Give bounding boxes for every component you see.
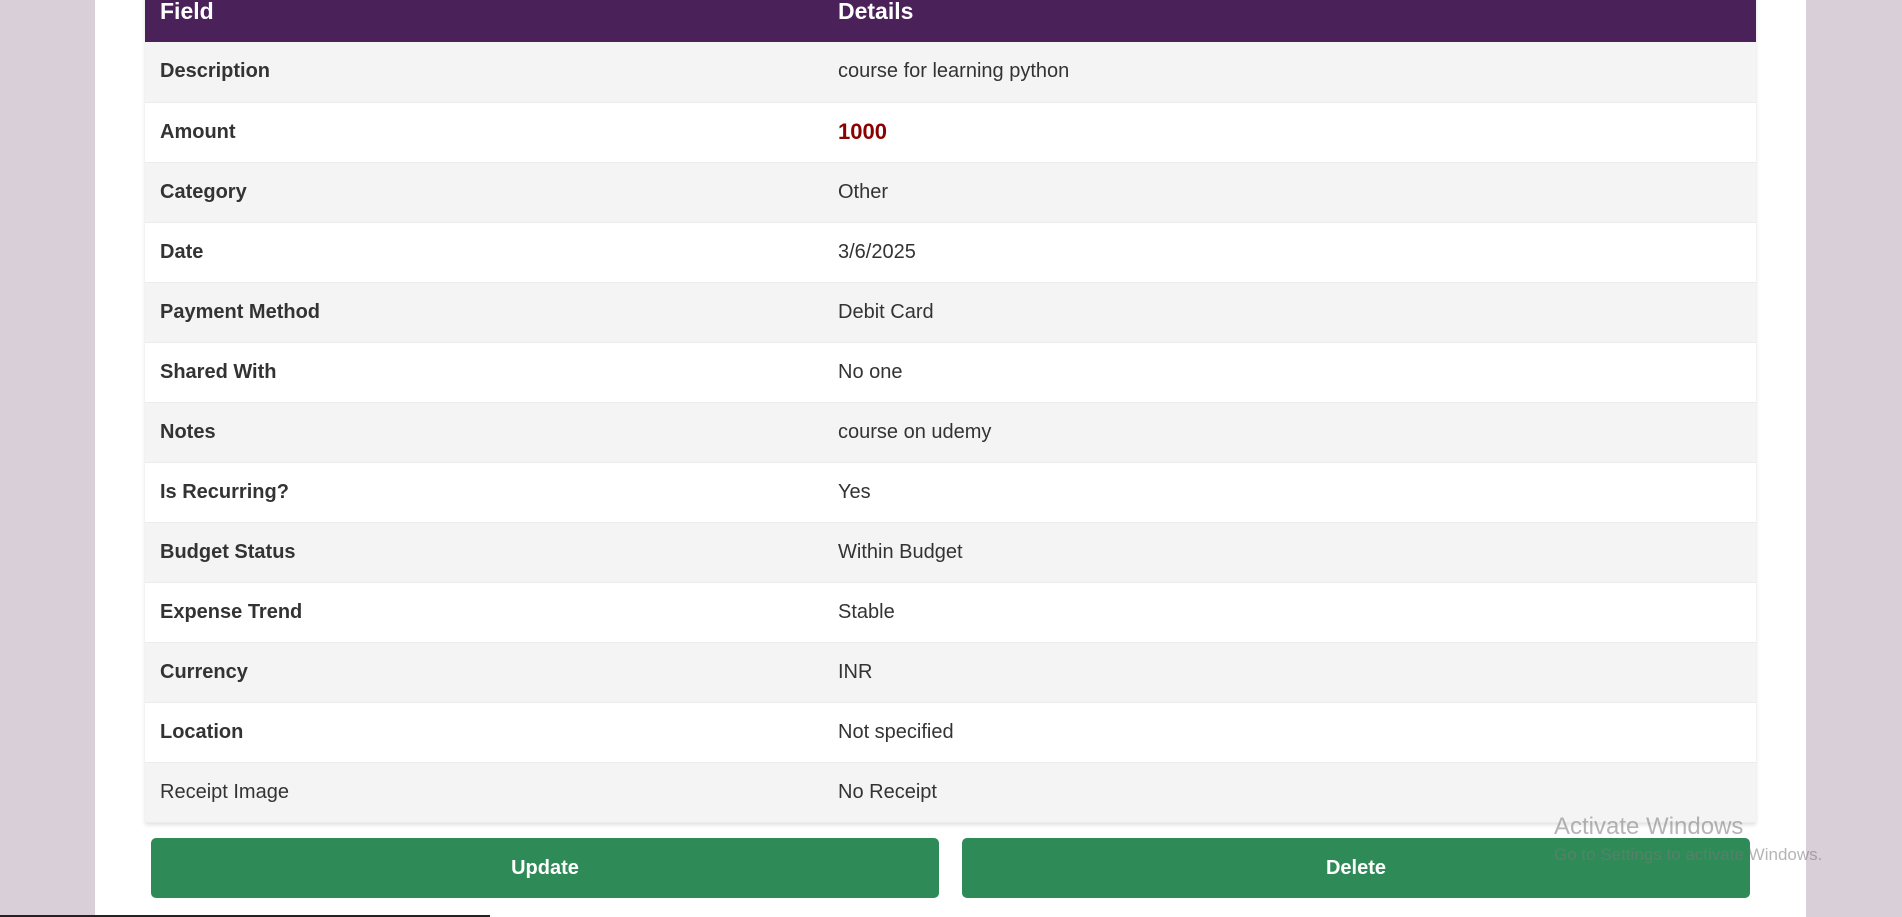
table-row: Category Other	[145, 162, 1756, 223]
value-date: 3/6/2025	[823, 222, 1756, 283]
table-row: Receipt Image No Receipt	[145, 762, 1756, 823]
table-row: Is Recurring? Yes	[145, 462, 1756, 523]
field-label-date: Date	[145, 222, 823, 283]
field-label-notes: Notes	[145, 402, 823, 463]
value-is-recurring: Yes	[823, 462, 1756, 523]
table-row: Budget Status Within Budget	[145, 522, 1756, 583]
field-label-receipt-image: Receipt Image	[145, 762, 823, 823]
value-amount-cell: 1000	[823, 102, 1756, 163]
field-label-budget-status: Budget Status	[145, 522, 823, 583]
value-shared-with: No one	[823, 342, 1756, 403]
field-label-shared-with: Shared With	[145, 342, 823, 403]
field-label-category: Category	[145, 162, 823, 223]
table-row: Location Not specified	[145, 702, 1756, 763]
update-button[interactable]: Update	[151, 838, 939, 898]
delete-button[interactable]: Delete	[962, 838, 1750, 898]
field-label-currency: Currency	[145, 642, 823, 703]
table-row: Amount 1000	[145, 102, 1756, 163]
value-budget-status: Within Budget	[823, 522, 1756, 583]
value-amount: 1000	[838, 119, 887, 144]
value-description: course for learning python	[823, 42, 1756, 103]
header-details: Details	[823, 0, 1756, 42]
header-field: Field	[145, 0, 823, 42]
field-label-description: Description	[145, 42, 823, 103]
field-label-amount: Amount	[145, 102, 823, 163]
value-notes: course on udemy	[823, 402, 1756, 463]
value-location: Not specified	[823, 702, 1756, 763]
value-expense-trend: Stable	[823, 582, 1756, 643]
value-category: Other	[823, 162, 1756, 223]
table-header-row: Field Details	[145, 0, 1756, 42]
table-row: Notes course on udemy	[145, 402, 1756, 463]
field-label-expense-trend: Expense Trend	[145, 582, 823, 643]
table-row: Date 3/6/2025	[145, 222, 1756, 283]
table-row: Description course for learning python	[145, 42, 1756, 103]
table-row: Currency INR	[145, 642, 1756, 703]
table-row: Shared With No one	[145, 342, 1756, 403]
table-row: Payment Method Debit Card	[145, 282, 1756, 343]
value-receipt-image: No Receipt	[823, 762, 1756, 823]
value-payment-method: Debit Card	[823, 282, 1756, 343]
field-label-payment-method: Payment Method	[145, 282, 823, 343]
expense-details-table: Field Details Description course for lea…	[145, 0, 1756, 823]
field-label-is-recurring: Is Recurring?	[145, 462, 823, 523]
value-currency: INR	[823, 642, 1756, 703]
field-label-location: Location	[145, 702, 823, 763]
table-row: Expense Trend Stable	[145, 582, 1756, 643]
